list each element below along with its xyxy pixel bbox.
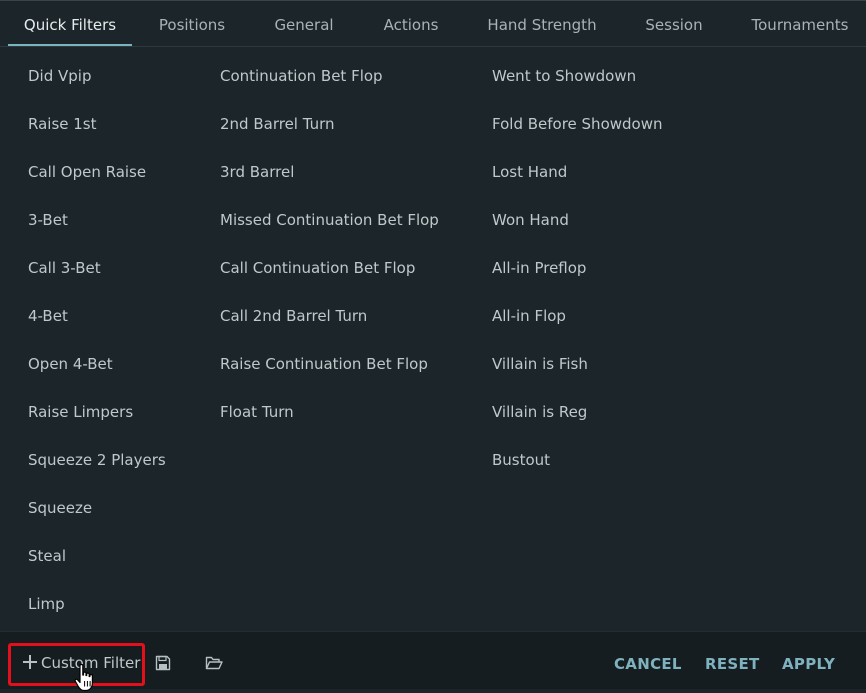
reset-button[interactable]: RESET	[705, 654, 760, 674]
tab-session[interactable]: Session	[638, 1, 710, 46]
tab-general[interactable]: General	[268, 1, 340, 46]
apply-button[interactable]: APPLY	[782, 654, 835, 674]
filter-villain-is-fish[interactable]: Villain is Fish	[492, 352, 588, 376]
dialog-footer: Custom Filter CANCEL RESET APPLY	[0, 631, 866, 692]
filter-2nd-barrel-turn[interactable]: 2nd Barrel Turn	[220, 112, 335, 136]
filter-3rd-barrel[interactable]: 3rd Barrel	[220, 160, 294, 184]
tab-tournaments[interactable]: Tournaments	[746, 1, 854, 46]
filter-raise-1st[interactable]: Raise 1st	[28, 112, 97, 136]
save-icon[interactable]	[155, 655, 171, 671]
filter-float-turn[interactable]: Float Turn	[220, 400, 294, 424]
folder-open-icon[interactable]	[205, 655, 223, 671]
hand-pointer-icon	[74, 663, 93, 692]
filters-dialog: Quick Filters Positions General Actions …	[0, 0, 866, 692]
filter-call-3-bet[interactable]: Call 3-Bet	[28, 256, 101, 280]
filter-call-open-raise[interactable]: Call Open Raise	[28, 160, 146, 184]
plus-icon	[23, 655, 37, 669]
filter-call-2nd-barrel-turn[interactable]: Call 2nd Barrel Turn	[220, 304, 367, 328]
filter-4-bet[interactable]: 4-Bet	[28, 304, 68, 328]
cancel-button[interactable]: CANCEL	[614, 654, 682, 674]
filter-all-in-flop[interactable]: All-in Flop	[492, 304, 566, 328]
filter-continuation-bet-flop[interactable]: Continuation Bet Flop	[220, 64, 383, 88]
filter-3-bet[interactable]: 3-Bet	[28, 208, 68, 232]
filter-open-4-bet[interactable]: Open 4-Bet	[28, 352, 113, 376]
custom-filter-button[interactable]: Custom Filter	[8, 643, 145, 692]
filter-steal[interactable]: Steal	[28, 544, 66, 568]
filter-villain-is-reg[interactable]: Villain is Reg	[492, 400, 587, 424]
tab-positions[interactable]: Positions	[150, 1, 234, 46]
filter-fold-before-showdown[interactable]: Fold Before Showdown	[492, 112, 663, 136]
filter-limp[interactable]: Limp	[28, 592, 65, 616]
tab-quick-filters[interactable]: Quick Filters	[8, 1, 132, 46]
filter-won-hand[interactable]: Won Hand	[492, 208, 569, 232]
filter-lost-hand[interactable]: Lost Hand	[492, 160, 567, 184]
filter-raise-limpers[interactable]: Raise Limpers	[28, 400, 133, 424]
filter-raise-continuation-bet-flop[interactable]: Raise Continuation Bet Flop	[220, 352, 428, 376]
filter-squeeze[interactable]: Squeeze	[28, 496, 92, 520]
filter-bustout[interactable]: Bustout	[492, 448, 550, 472]
filter-tabs: Quick Filters Positions General Actions …	[0, 1, 866, 47]
filter-went-to-showdown[interactable]: Went to Showdown	[492, 64, 636, 88]
filter-call-continuation-bet-flop[interactable]: Call Continuation Bet Flop	[220, 256, 415, 280]
filter-did-vpip[interactable]: Did Vpip	[28, 64, 91, 88]
tab-hand-strength[interactable]: Hand Strength	[482, 1, 602, 46]
filter-all-in-preflop[interactable]: All-in Preflop	[492, 256, 586, 280]
tab-actions[interactable]: Actions	[376, 1, 446, 46]
filter-squeeze-2-players[interactable]: Squeeze 2 Players	[28, 448, 166, 472]
filter-missed-continuation-bet-flop[interactable]: Missed Continuation Bet Flop	[220, 208, 439, 232]
